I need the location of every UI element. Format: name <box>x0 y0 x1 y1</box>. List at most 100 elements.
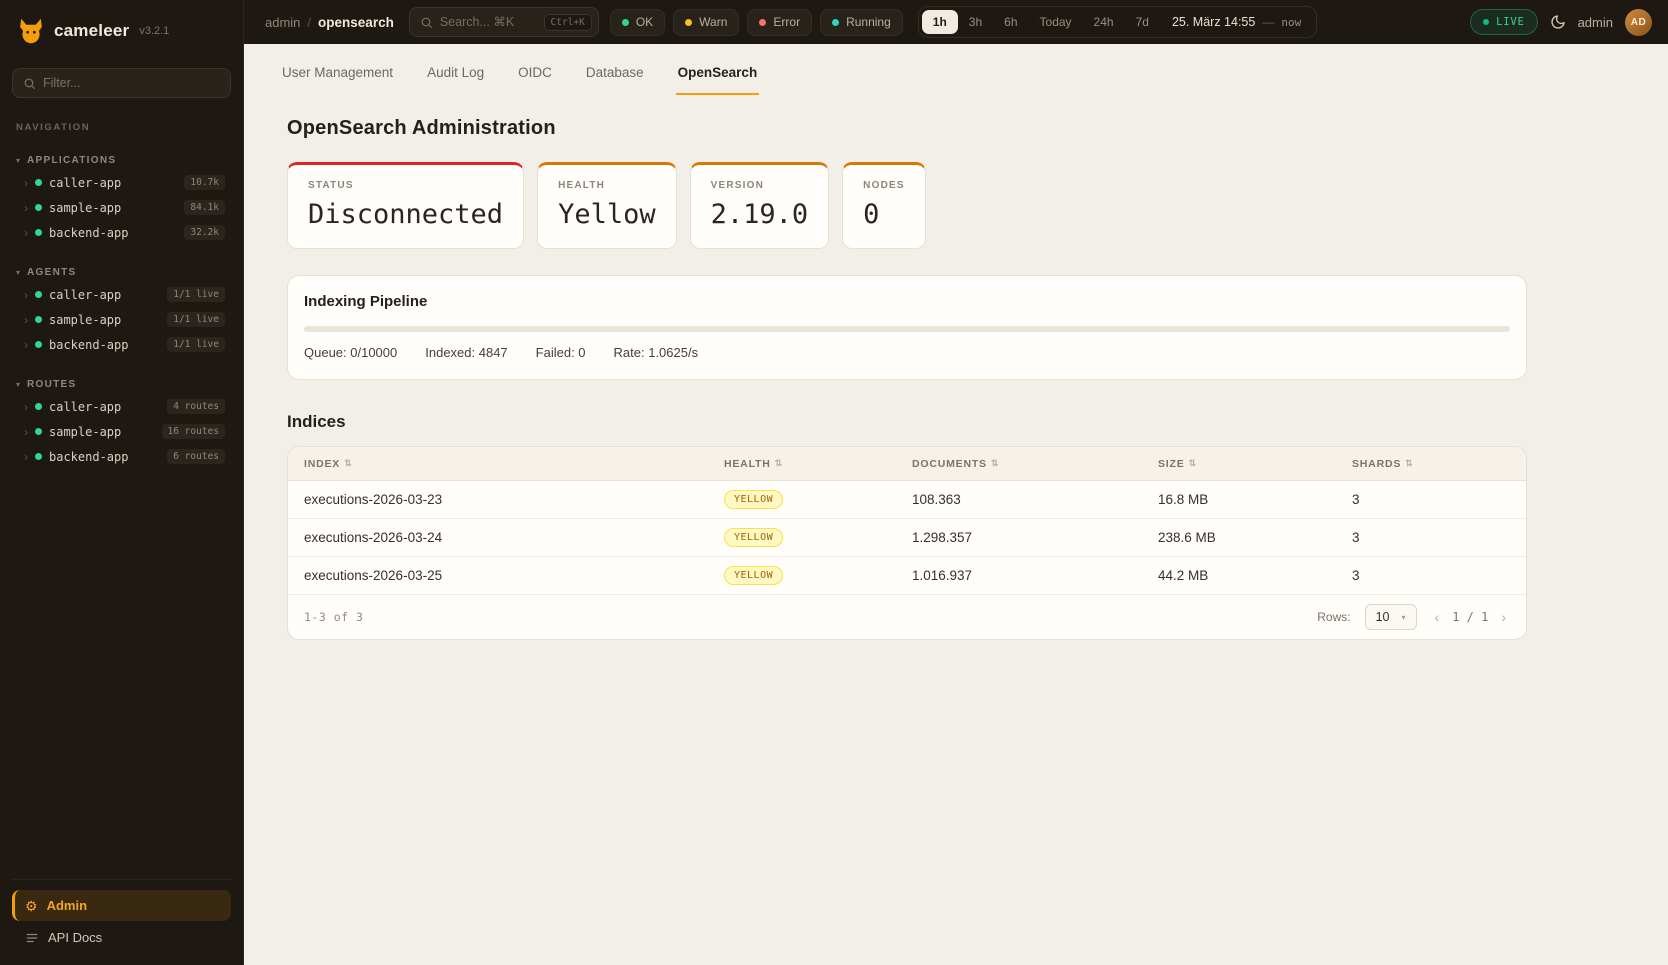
dark-mode-toggle[interactable] <box>1550 14 1566 30</box>
column-header-size[interactable]: SIZE ⇅ <box>1158 458 1352 470</box>
rows-per-page-select[interactable]: 10 ▾ <box>1365 604 1417 630</box>
app-logo[interactable]: cameleer v3.2.1 <box>12 14 231 48</box>
live-dot-icon <box>1483 19 1489 25</box>
item-label: sample-app <box>49 425 121 439</box>
chevron-right-icon: › <box>24 314 28 326</box>
page-content: OpenSearch Administration STATUS Disconn… <box>287 117 1527 640</box>
breadcrumb-current: opensearch <box>318 15 394 30</box>
item-badge: 32.2k <box>184 225 225 240</box>
pipeline-failed: Failed: 0 <box>536 345 586 360</box>
column-header-index[interactable]: INDEX ⇅ <box>304 458 724 470</box>
sidebar-item-application-caller-app[interactable]: › caller-app 10.7k <box>12 170 231 195</box>
filter-chip-error[interactable]: Error <box>747 9 812 36</box>
column-header-health[interactable]: HEALTH ⇅ <box>724 458 912 470</box>
stat-value: Disconnected <box>308 199 503 230</box>
table-row[interactable]: executions-2026-03-24 YELLOW 1.298.357 2… <box>288 519 1526 557</box>
item-badge: 4 routes <box>167 399 225 414</box>
pipeline-queue: Queue: 0/10000 <box>304 345 397 360</box>
search-icon <box>23 77 36 90</box>
status-dot <box>35 316 42 323</box>
item-badge: 10.7k <box>184 175 225 190</box>
tab-bar: User Management Audit Log OIDC Database … <box>244 44 1668 95</box>
time-range-group: 1h 3h 6h Today 24h 7d 25. März 14:55 — n… <box>918 6 1317 38</box>
tab-oidc[interactable]: OIDC <box>516 65 554 95</box>
sort-icon: ⇅ <box>991 458 999 469</box>
column-label: SHARDS <box>1352 458 1401 470</box>
time-range-24h[interactable]: 24h <box>1083 10 1125 34</box>
pipeline-title: Indexing Pipeline <box>304 293 1510 310</box>
section-header-routes[interactable]: ▾ ROUTES <box>12 375 231 394</box>
sidebar-item-api-docs[interactable]: API Docs <box>12 921 231 951</box>
index-cell: executions-2026-03-25 <box>304 568 724 583</box>
filter-chip-warn[interactable]: Warn <box>673 9 739 36</box>
item-label: backend-app <box>49 338 128 352</box>
health-badge: YELLOW <box>724 490 783 509</box>
section-header-applications[interactable]: ▾ APPLICATIONS <box>12 151 231 170</box>
filter-chip-running[interactable]: Running <box>820 9 903 36</box>
app-version: v3.2.1 <box>139 25 169 37</box>
breadcrumb-parent[interactable]: admin <box>265 15 300 30</box>
filter-input[interactable] <box>43 76 220 90</box>
avatar[interactable]: AD <box>1625 9 1652 36</box>
live-toggle[interactable]: LIVE <box>1470 9 1538 35</box>
content-area: User Management Audit Log OIDC Database … <box>244 44 1668 965</box>
column-header-documents[interactable]: DOCUMENTS ⇅ <box>912 458 1158 470</box>
sidebar-item-route-backend-app[interactable]: › backend-app 6 routes <box>12 444 231 469</box>
list-icon <box>25 931 39 945</box>
item-label: sample-app <box>49 313 121 327</box>
api-docs-label: API Docs <box>48 930 102 945</box>
status-filter-group: OK Warn Error Running <box>610 9 903 36</box>
time-range-3h[interactable]: 3h <box>958 10 993 34</box>
sidebar-item-application-sample-app[interactable]: › sample-app 84.1k <box>12 195 231 220</box>
sort-icon: ⇅ <box>1405 458 1413 469</box>
table-row[interactable]: executions-2026-03-23 YELLOW 108.363 16.… <box>288 481 1526 519</box>
tab-user-management[interactable]: User Management <box>280 65 395 95</box>
time-range-today[interactable]: Today <box>1029 10 1083 34</box>
chip-label: Running <box>846 15 891 29</box>
search-input[interactable] <box>440 15 537 29</box>
sidebar-item-admin[interactable]: ⚙ Admin <box>12 890 231 921</box>
sidebar-item-agent-sample-app[interactable]: › sample-app 1/1 live <box>12 307 231 332</box>
item-label: backend-app <box>49 226 128 240</box>
time-range-6h[interactable]: 6h <box>993 10 1028 34</box>
sidebar-item-agent-backend-app[interactable]: › backend-app 1/1 live <box>12 332 231 357</box>
time-range-7d[interactable]: 7d <box>1125 10 1160 34</box>
time-range-1h[interactable]: 1h <box>922 10 958 34</box>
index-cell: executions-2026-03-23 <box>304 492 724 507</box>
table-row[interactable]: executions-2026-03-25 YELLOW 1.016.937 4… <box>288 557 1526 595</box>
shortcut-badge: Ctrl+K <box>544 14 592 31</box>
status-dot <box>35 341 42 348</box>
pipeline-stats: Queue: 0/10000 Indexed: 4847 Failed: 0 R… <box>304 345 1510 360</box>
tab-opensearch[interactable]: OpenSearch <box>676 65 760 95</box>
status-dot <box>35 453 42 460</box>
status-dot <box>35 179 42 186</box>
tab-audit-log[interactable]: Audit Log <box>425 65 486 95</box>
search-icon <box>420 16 433 29</box>
health-cell: YELLOW <box>724 490 912 509</box>
sidebar-item-agent-caller-app[interactable]: › caller-app 1/1 live <box>12 282 231 307</box>
chip-label: Warn <box>699 15 727 29</box>
live-label: LIVE <box>1496 16 1525 28</box>
rows-per-page-value: 10 <box>1376 610 1390 624</box>
app-name: cameleer <box>54 21 129 41</box>
shards-cell: 3 <box>1352 492 1510 507</box>
item-label: caller-app <box>49 400 121 414</box>
index-cell: executions-2026-03-24 <box>304 530 724 545</box>
filter-chip-ok[interactable]: OK <box>610 9 665 36</box>
sidebar-item-route-caller-app[interactable]: › caller-app 4 routes <box>12 394 231 419</box>
sidebar-item-route-sample-app[interactable]: › sample-app 16 routes <box>12 419 231 444</box>
tab-database[interactable]: Database <box>584 65 646 95</box>
item-label: caller-app <box>49 288 121 302</box>
next-page-button[interactable]: › <box>1497 608 1510 626</box>
table-footer: 1-3 of 3 Rows: 10 ▾ ‹ 1 / 1 › <box>288 595 1526 639</box>
sidebar-item-application-backend-app[interactable]: › backend-app 32.2k <box>12 220 231 245</box>
column-header-shards[interactable]: SHARDS ⇅ <box>1352 458 1510 470</box>
row-range: 1-3 of 3 <box>304 610 363 624</box>
previous-page-button[interactable]: ‹ <box>1431 608 1444 626</box>
size-cell: 44.2 MB <box>1158 568 1352 583</box>
gear-icon: ⚙ <box>25 899 38 913</box>
sort-icon: ⇅ <box>344 458 352 469</box>
section-header-agents[interactable]: ▾ AGENTS <box>12 263 231 282</box>
indices-table: INDEX ⇅ HEALTH ⇅ DOCUMENTS ⇅ SIZE ⇅ <box>287 446 1527 640</box>
datetime-display[interactable]: 25. März 14:55 — now <box>1160 15 1313 29</box>
